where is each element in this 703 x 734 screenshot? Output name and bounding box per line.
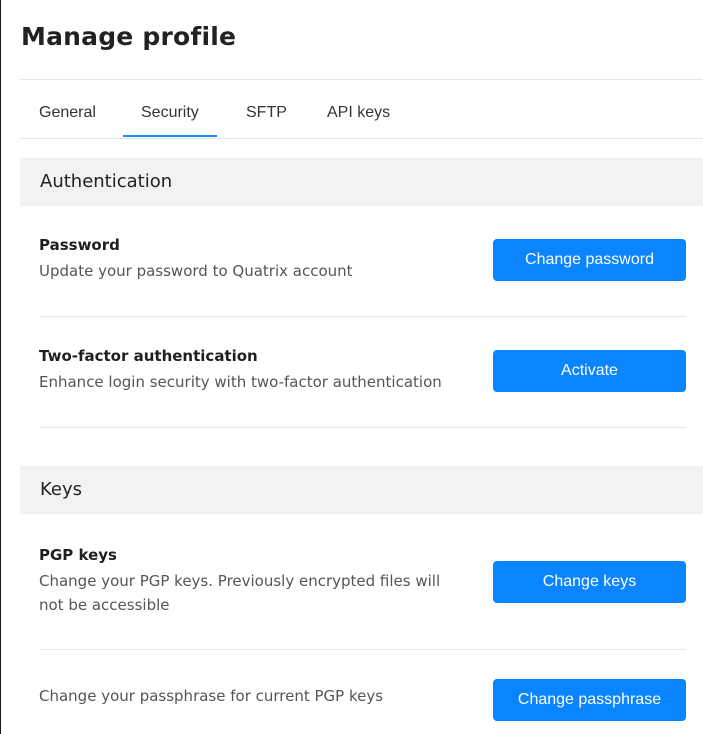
manage-profile-panel: Manage profile General Security SFTP API… xyxy=(0,0,703,734)
tabs-divider xyxy=(19,138,703,139)
section-header-keys: Keys xyxy=(20,466,703,514)
pgp-keys-description-line1: Change your PGP keys. Previously encrypt… xyxy=(39,572,441,590)
row-divider xyxy=(39,316,686,317)
passphrase-description: Change your passphrase for current PGP k… xyxy=(39,687,384,705)
tab-sftp[interactable]: SFTP xyxy=(246,104,287,122)
tab-security[interactable]: Security xyxy=(123,104,217,137)
title-divider xyxy=(19,79,703,80)
row-divider xyxy=(39,427,686,428)
change-password-button[interactable]: Change password xyxy=(493,239,686,281)
pgp-keys-title: PGP keys xyxy=(39,546,117,564)
tab-general[interactable]: General xyxy=(39,104,96,122)
change-keys-button[interactable]: Change keys xyxy=(493,561,686,603)
activate-two-factor-button[interactable]: Activate xyxy=(493,350,686,392)
pgp-keys-description-line2: not be accessible xyxy=(39,596,170,614)
profile-tabs: General Security SFTP API keys xyxy=(21,100,703,138)
tab-api-keys[interactable]: API keys xyxy=(327,104,390,122)
page-title: Manage profile xyxy=(21,22,237,51)
password-description: Update your password to Quatrix account xyxy=(39,262,353,280)
section-heading: Authentication xyxy=(40,171,173,192)
section-heading: Keys xyxy=(40,479,83,500)
change-passphrase-button[interactable]: Change passphrase xyxy=(493,679,686,721)
password-title: Password xyxy=(39,236,120,254)
two-factor-title: Two-factor authentication xyxy=(39,347,258,365)
section-header-authentication: Authentication xyxy=(20,158,703,206)
row-divider xyxy=(39,649,686,650)
two-factor-description: Enhance login security with two-factor a… xyxy=(39,373,442,391)
